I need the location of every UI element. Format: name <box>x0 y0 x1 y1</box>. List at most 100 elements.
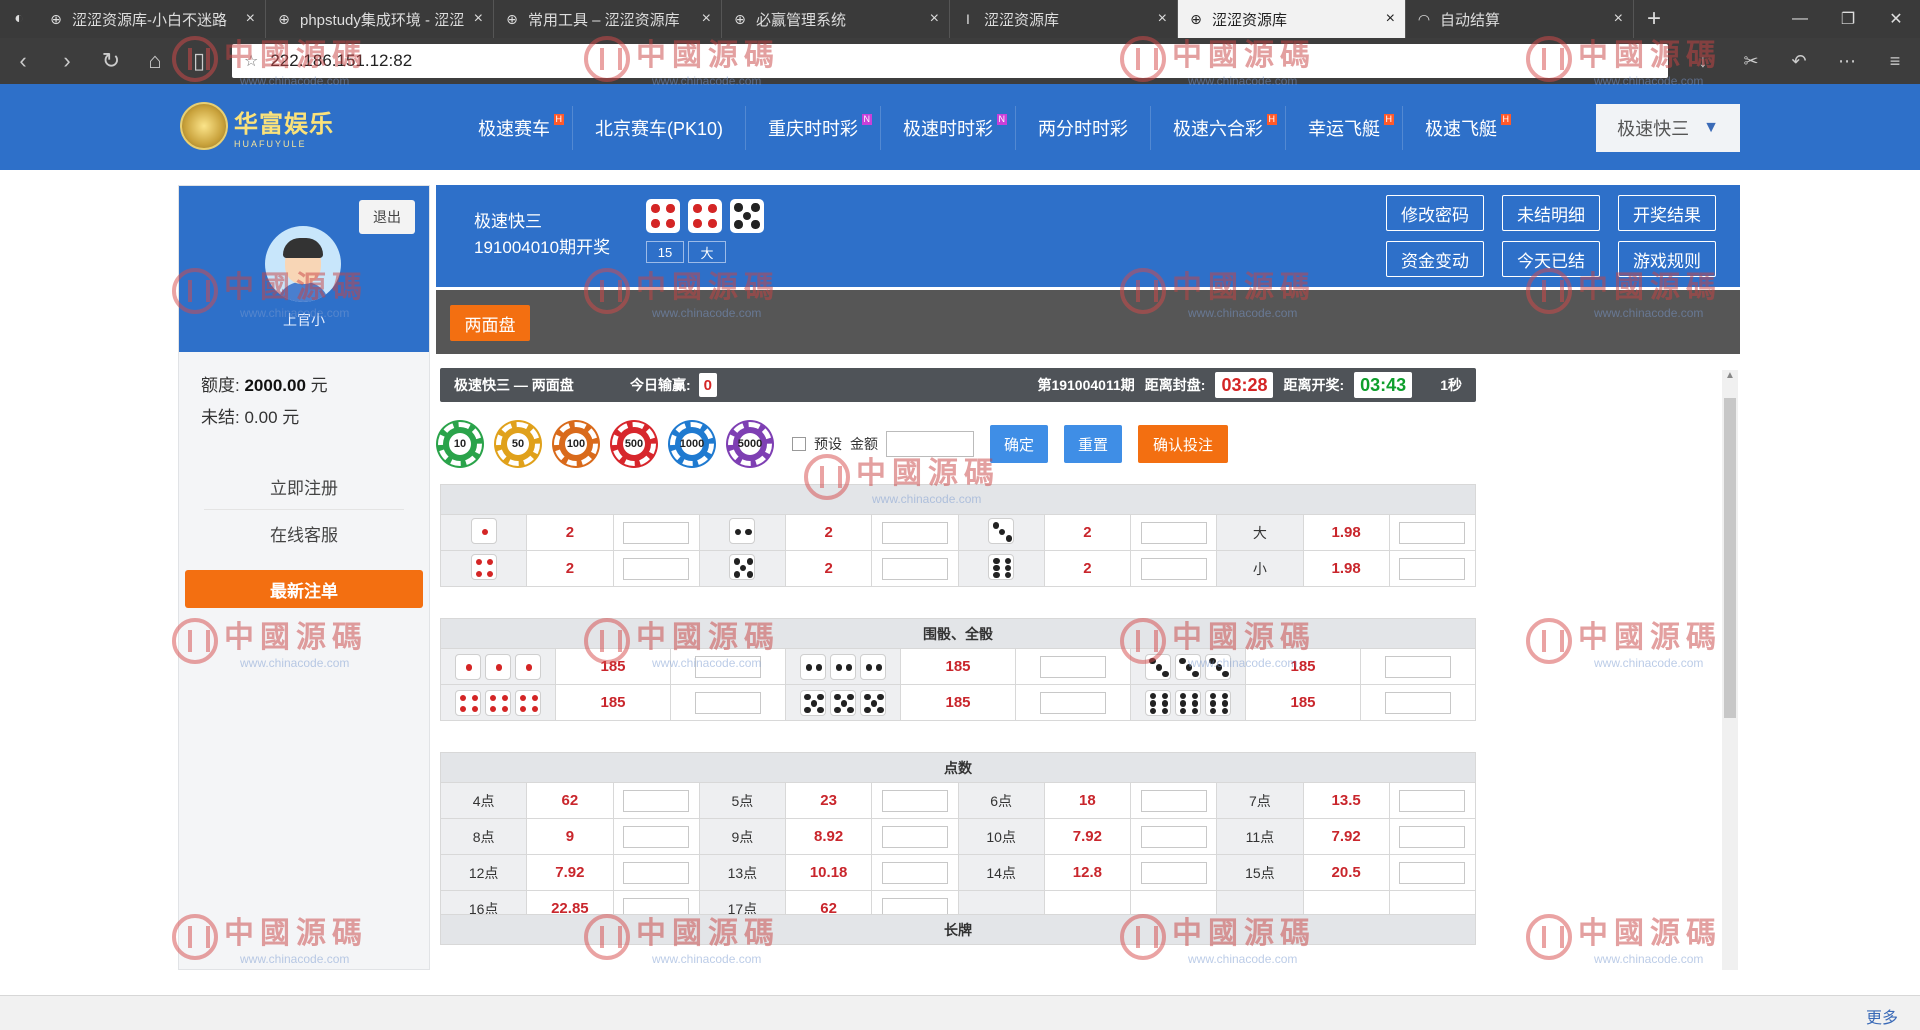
menu-icon[interactable]: ≡ <box>1882 51 1908 72</box>
tab-close-icon[interactable]: × <box>246 10 255 28</box>
browser-tab[interactable]: I 涩涩资源库 × <box>950 0 1178 38</box>
browser-app-icon[interactable]: ◐ <box>0 0 38 38</box>
nav-item[interactable]: 北京赛车(PK10) <box>573 106 747 150</box>
bet-amount-input[interactable] <box>623 789 690 812</box>
bet-amount-input[interactable] <box>1040 655 1106 678</box>
chip-button[interactable]: 10 <box>438 422 482 466</box>
browser-tab[interactable]: ⊕ phpstudy集成环境 - 涩涩 × <box>266 0 494 38</box>
points-label[interactable]: 4点 <box>439 782 528 819</box>
back-icon[interactable]: ‹ <box>12 48 34 74</box>
undo-icon[interactable]: ↶ <box>1786 51 1812 72</box>
bet-amount-input[interactable] <box>623 521 690 544</box>
reader-icon[interactable]: ▯ <box>188 48 210 74</box>
triple-dice-cell[interactable] <box>785 684 901 721</box>
game-rules-button[interactable]: 游戏规则 <box>1618 241 1716 277</box>
preset-checkbox[interactable] <box>792 437 806 451</box>
triple-dice-cell[interactable] <box>1130 648 1246 685</box>
bet-label-cell[interactable] <box>439 550 528 587</box>
chip-button[interactable]: 100 <box>554 422 598 466</box>
bet-amount-input[interactable] <box>1140 789 1207 812</box>
points-label[interactable]: 12点 <box>439 854 528 891</box>
bet-amount-input[interactable] <box>1399 825 1466 848</box>
draw-results-button[interactable]: 开奖结果 <box>1618 195 1716 231</box>
customer-service-link[interactable]: 在线客服 <box>204 510 404 556</box>
reset-button[interactable]: 重置 <box>1064 425 1122 463</box>
scroll-up-icon[interactable]: ▲ <box>1722 370 1738 386</box>
bet-amount-input[interactable] <box>623 825 690 848</box>
unsettled-detail-button[interactable]: 未结明细 <box>1502 195 1600 231</box>
address-input[interactable]: ☆ 222.186.151.12:82 <box>232 44 1668 78</box>
chip-button[interactable]: 50 <box>496 422 540 466</box>
browser-tab[interactable]: ◠ 自动结算 × <box>1406 0 1634 38</box>
points-label[interactable]: 7点 <box>1216 782 1304 819</box>
chip-button[interactable]: 500 <box>612 422 656 466</box>
tab-close-icon[interactable]: × <box>1386 10 1395 28</box>
bookmark-star-icon[interactable]: ☆ <box>244 51 258 71</box>
logout-button[interactable]: 退出 <box>359 200 415 234</box>
tab-close-icon[interactable]: × <box>474 10 483 28</box>
chip-button[interactable]: 1000 <box>670 422 714 466</box>
tab-close-icon[interactable]: × <box>930 10 939 28</box>
bet-amount-input[interactable] <box>1140 557 1207 580</box>
chip-button[interactable]: 5000 <box>728 422 772 466</box>
nav-item[interactable]: 极速飞艇 H <box>1403 106 1519 150</box>
bet-amount-input[interactable] <box>881 825 948 848</box>
scrollbar[interactable]: ▲ <box>1722 370 1738 970</box>
bet-label-cell[interactable] <box>957 514 1045 551</box>
points-label[interactable]: 13点 <box>698 854 787 891</box>
amount-input[interactable] <box>886 431 974 457</box>
bet-amount-input[interactable] <box>1385 655 1451 678</box>
bet-amount-input[interactable] <box>623 557 690 580</box>
bet-amount-input[interactable] <box>1040 691 1106 714</box>
bet-amount-input[interactable] <box>881 789 948 812</box>
triple-dice-cell[interactable] <box>785 648 901 685</box>
points-label[interactable]: 6点 <box>957 782 1045 819</box>
latest-orders-button[interactable]: 最新注单 <box>185 570 423 608</box>
scroll-thumb[interactable] <box>1724 398 1736 718</box>
nav-item[interactable]: 两分时时彩 <box>1016 106 1152 150</box>
bet-label-cell[interactable]: 小 <box>1216 550 1304 587</box>
restore-icon[interactable]: ❐ <box>1824 0 1872 38</box>
nav-item[interactable]: 极速时时彩 N <box>881 106 1017 150</box>
triple-dice-cell[interactable] <box>1130 684 1246 721</box>
bet-amount-input[interactable] <box>1140 825 1207 848</box>
bet-label-cell[interactable] <box>698 514 787 551</box>
browser-tab[interactable]: ⊕ 涩涩资源库 × <box>1178 0 1406 38</box>
refresh-icon[interactable]: ↻ <box>100 48 122 74</box>
bet-amount-input[interactable] <box>1399 521 1466 544</box>
nav-item[interactable]: 极速六合彩 H <box>1151 106 1287 150</box>
tab-close-icon[interactable]: × <box>702 10 711 28</box>
fund-changes-button[interactable]: 资金变动 <box>1386 241 1484 277</box>
bet-amount-input[interactable] <box>1399 789 1466 812</box>
points-label[interactable]: 5点 <box>698 782 787 819</box>
points-label[interactable]: 11点 <box>1216 818 1304 855</box>
nav-item[interactable]: 重庆时时彩 N <box>746 106 882 150</box>
close-window-icon[interactable]: ✕ <box>1872 0 1920 38</box>
tab-close-icon[interactable]: × <box>1158 10 1167 28</box>
forward-icon[interactable]: › <box>56 48 78 74</box>
new-tab-button[interactable]: + <box>1634 0 1674 38</box>
nav-item[interactable]: 极速赛车 H <box>456 106 573 150</box>
bet-label-cell[interactable] <box>957 550 1045 587</box>
more-link[interactable]: 更多 <box>1866 1004 1898 1028</box>
minimize-icon[interactable]: — <box>1776 0 1824 38</box>
bet-amount-input[interactable] <box>881 557 948 580</box>
bet-amount-input[interactable] <box>1385 691 1451 714</box>
tab-two-sides[interactable]: 两面盘 <box>450 305 530 341</box>
bet-amount-input[interactable] <box>1140 861 1207 884</box>
settled-today-button[interactable]: 今天已结 <box>1502 241 1600 277</box>
home-icon[interactable]: ⌂ <box>144 48 166 74</box>
browser-tab[interactable]: ⊕ 常用工具 – 涩涩资源库 × <box>494 0 722 38</box>
triple-dice-cell[interactable] <box>440 684 556 721</box>
change-password-button[interactable]: 修改密码 <box>1386 195 1484 231</box>
bet-amount-input[interactable] <box>1399 557 1466 580</box>
site-logo[interactable]: 华富娱乐 HUAFUYULE <box>180 102 334 150</box>
tab-close-icon[interactable]: × <box>1614 10 1623 28</box>
more-icon[interactable]: ⋯ <box>1834 51 1860 72</box>
nav-item[interactable]: 幸运飞艇 H <box>1286 106 1404 150</box>
bet-amount-input[interactable] <box>695 655 761 678</box>
bet-amount-input[interactable] <box>623 861 690 884</box>
browser-tab[interactable]: ⊕ 涩涩资源库-小白不迷路 × <box>38 0 266 38</box>
bet-amount-input[interactable] <box>881 521 948 544</box>
register-link[interactable]: 立即注册 <box>204 464 404 510</box>
